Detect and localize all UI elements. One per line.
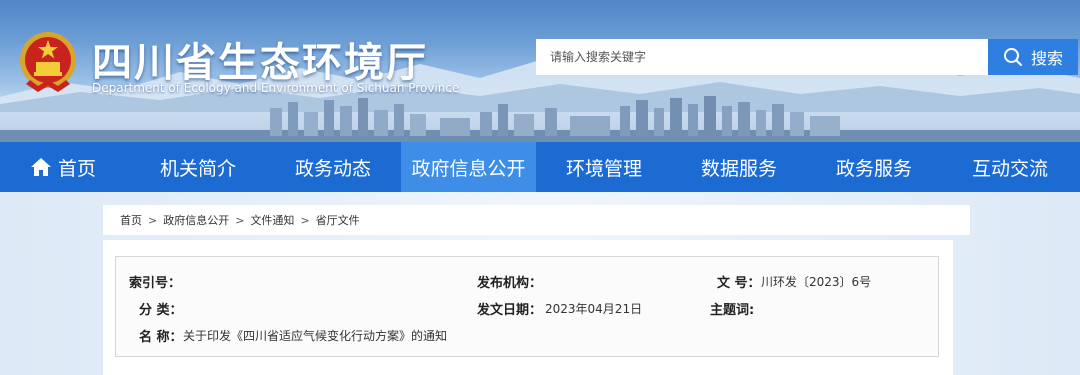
- breadcrumb-separator: >: [300, 213, 310, 227]
- nav-item-news[interactable]: 政务动态: [280, 142, 386, 192]
- doc-no-value: 川环发〔2023〕6号: [761, 275, 872, 289]
- nav-item-info-disclosure[interactable]: 政府信息公开: [401, 142, 536, 192]
- name-value: 关于印发《四川省适应气候变化行动方案》的通知: [183, 329, 448, 343]
- nav-item-interaction[interactable]: 互动交流: [957, 142, 1063, 192]
- breadcrumb-link-notices[interactable]: 文件通知: [250, 212, 294, 228]
- main-nav: 首页 机关简介 政务动态 政府信息公开 环境管理 数据服务 政务服务 互动交流: [0, 142, 1080, 192]
- breadcrumb-separator: >: [235, 213, 245, 227]
- document-info-table: 索引号： 发布机构： 文 号： 川环发〔2023〕6号 分 类： 发文日期： 2…: [115, 256, 939, 357]
- nav-label: 环境管理: [565, 157, 642, 180]
- nav-label: 政务动态: [294, 157, 371, 180]
- nav-item-gov-services[interactable]: 政务服务: [821, 142, 927, 192]
- doc-no-label: 文 号：: [717, 276, 761, 291]
- site-subtitle: Department of Ecology and Environment of…: [92, 81, 460, 95]
- breadcrumb: 首页 > 政府信息公开 > 文件通知 > 省厅文件: [103, 205, 970, 235]
- site-header: 四川省生态环境厅 Department of Ecology and Envir…: [0, 0, 1080, 142]
- nav-label: 互动交流: [971, 157, 1048, 180]
- index-no-label: 索引号：: [129, 276, 182, 291]
- breadcrumb-link-dept-documents[interactable]: 省厅文件: [316, 212, 360, 228]
- pub-date-value: 2023年04月21日: [545, 302, 643, 316]
- nav-label: 数据服务: [700, 157, 777, 180]
- national-emblem-icon: [20, 32, 76, 92]
- nav-item-about[interactable]: 机关简介: [145, 142, 251, 192]
- nav-item-environment[interactable]: 环境管理: [551, 142, 657, 192]
- search-button-label: 搜索: [1030, 49, 1063, 68]
- search-button[interactable]: 搜索: [988, 39, 1078, 75]
- category-label: 分 类：: [139, 303, 183, 318]
- subject-label: 主题词:: [710, 303, 755, 318]
- nav-label: 政府信息公开: [411, 157, 526, 180]
- pub-date-label: 发文日期：: [477, 303, 543, 318]
- site-title: 四川省生态环境厅: [92, 39, 428, 86]
- home-icon: [30, 158, 51, 176]
- publisher-label: 发布机构：: [477, 276, 543, 291]
- city-skyline: [0, 96, 1080, 142]
- breadcrumb-separator: >: [148, 213, 158, 227]
- nav-label: 机关简介: [159, 157, 236, 180]
- nav-label: 首页: [57, 157, 96, 180]
- name-label: 名 称：: [139, 330, 183, 345]
- nav-label: 政务服务: [835, 157, 912, 180]
- nav-item-data-services[interactable]: 数据服务: [686, 142, 792, 192]
- search-icon: [1003, 48, 1023, 67]
- breadcrumb-link-home[interactable]: 首页: [120, 212, 142, 228]
- search-input[interactable]: [536, 39, 988, 75]
- breadcrumb-link-info-disclosure[interactable]: 政府信息公开: [163, 212, 229, 228]
- nav-item-home[interactable]: 首页: [18, 142, 108, 192]
